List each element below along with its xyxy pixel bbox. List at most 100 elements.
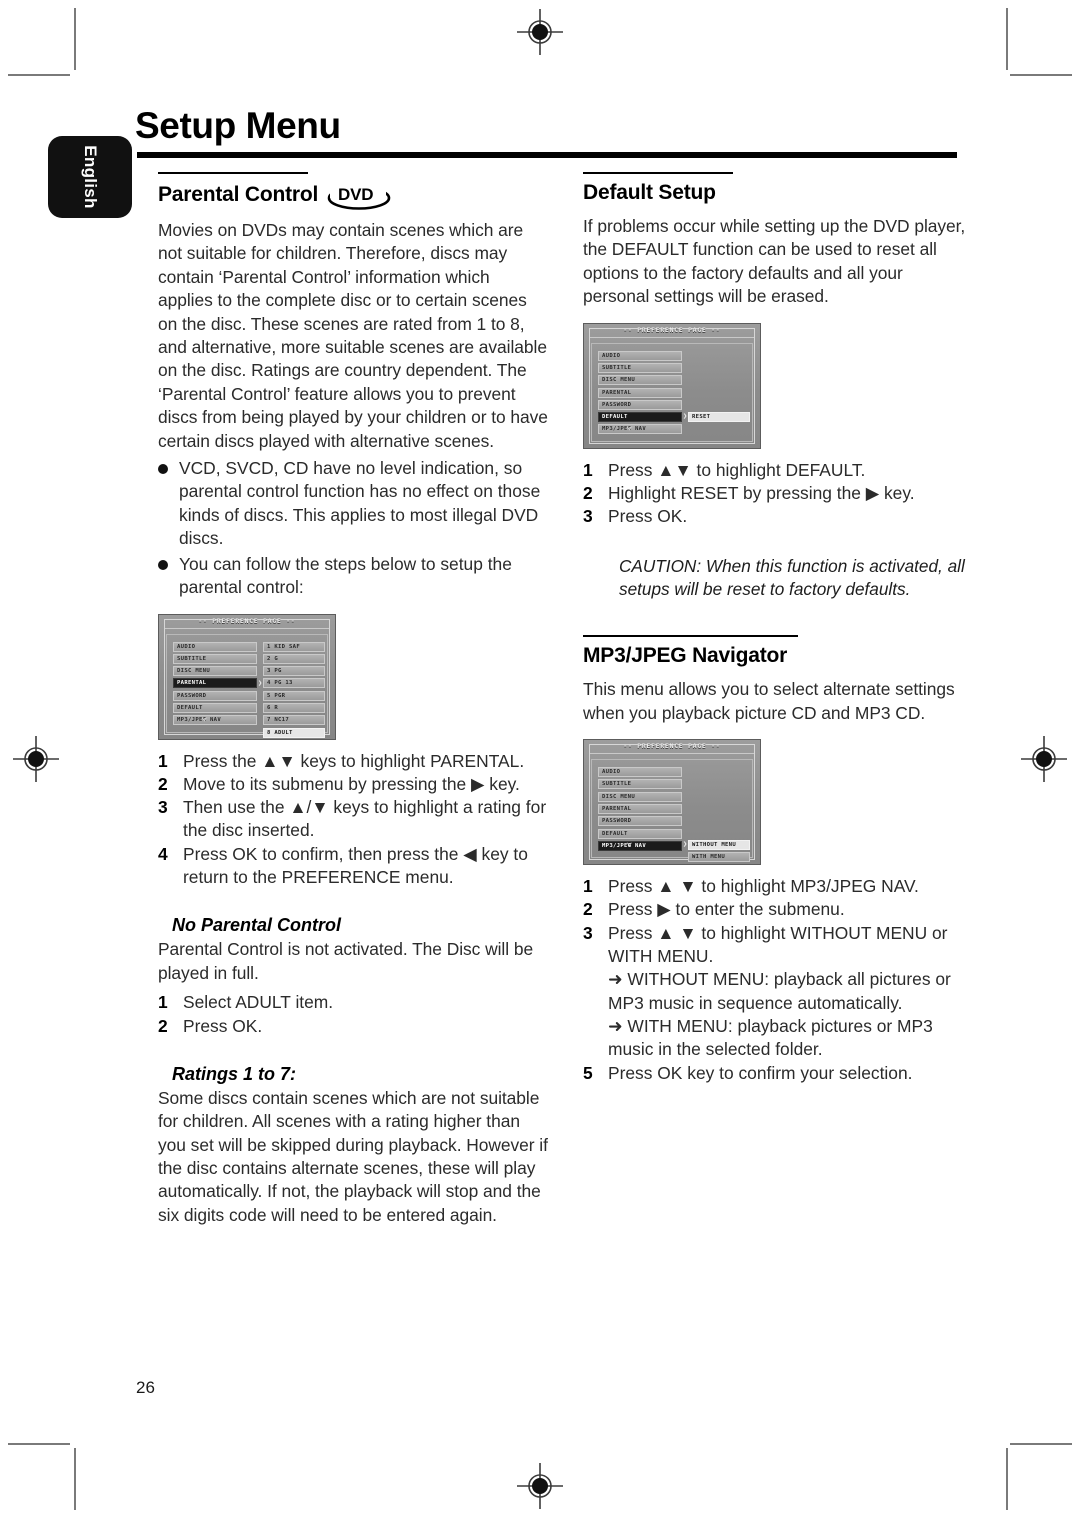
step-number: 3 [583,506,593,527]
no-parental-control-heading: No Parental Control [172,915,342,936]
bullet-dot-icon [158,560,170,600]
osd-title: -- PREFERENCE PAGE -- [198,617,296,625]
osd-body: AUDIO SUBTITLE DISC MENU PARENTAL PASSWO… [166,633,328,738]
step-number: 1 [583,459,593,480]
osd-submenu-item-reset[interactable]: RESET [688,411,750,422]
default-setup-rule [583,172,733,174]
step-text: Press OK to confirm, then press the ◀ ke… [183,843,528,888]
osd-rating-4[interactable]: 4 PG 13 [263,678,325,689]
list-item: 2 Press ▶ to enter the submenu. [583,898,973,921]
osd-menu-item-parental[interactable]: PARENTAL [598,387,682,398]
osd-menu-item-subtitle[interactable]: SUBTITLE [598,779,682,790]
osd-menu-item-mp3jpeg-nav[interactable]: MP3/JPEG NAV [598,840,682,851]
mp3-jpeg-rule [583,635,798,638]
osd-menu-item-parental[interactable]: PARENTAL [173,678,257,689]
osd-rating-8[interactable]: 8 ADULT [263,727,325,738]
step-text: Press ▲▼ to highlight DEFAULT. [608,459,866,480]
step-number: 1 [158,750,168,771]
default-setup-caution: CAUTION: When this function is activated… [619,555,965,599]
step-number: 4 [158,843,168,864]
osd-rating-1[interactable]: 1 KID SAF [263,641,325,652]
step-text: Press OK. [608,506,688,527]
crop-mark-top-left [74,8,76,70]
step-number: 2 [158,1015,168,1036]
step-text: Move to its submenu by pressing the ▶ ke… [183,773,520,794]
osd-menu-item-audio[interactable]: AUDIO [598,350,682,361]
osd-menu-item-audio[interactable]: AUDIO [173,641,257,652]
list-item: You can follow the steps below to setup … [158,553,548,600]
osd-menu-item-mp3jpeg-nav[interactable]: MP3/JPEG NAV [598,424,682,435]
osd-menu-item-mp3jpeg-nav[interactable]: MP3/JPEG NAV [173,715,257,726]
step-number: 3 [583,922,593,943]
osd-title-rule [165,627,329,629]
bullet-dot-icon [158,464,170,551]
osd-menu-item-subtitle[interactable]: SUBTITLE [598,362,682,373]
bullet-text: You can follow the steps below to setup … [179,553,512,598]
osd-submenu-navigator: WITHOUT MENU WITH MENU [688,840,750,865]
osd-submenu-item-without-menu[interactable]: WITHOUT MENU [688,840,750,851]
list-item: 1 Press the ▲▼ keys to highlight PARENTA… [158,750,548,773]
step-number: 2 [583,899,593,920]
page-title: Setup Menu [135,105,341,146]
mp3-jpeg-steps-list: 1 Press ▲ ▼ to highlight MP3/JPEG NAV. 2… [583,875,973,1085]
language-tab: English [48,136,132,218]
list-item: 1 Press ▲▼ to highlight DEFAULT. [583,459,973,482]
crop-mark-left-bottom [8,1443,70,1445]
crop-mark-bottom-right [1006,1448,1008,1510]
osd-title: -- PREFERENCE PAGE -- [623,743,721,751]
step-number: 2 [583,482,593,503]
osd-menu-item-password[interactable]: PASSWORD [598,816,682,827]
list-item: 3 Press OK. [583,505,973,528]
step-number: 5 [583,1062,593,1083]
mp3-jpeg-note-without-menu: ➜ WITHOUT MENU: playback all pictures or… [608,969,951,1013]
list-item: 2 Highlight RESET by pressing the ▶ key. [583,482,973,505]
mp3-jpeg-navigator-heading: MP3/JPEG Navigator [583,644,788,668]
osd-rating-3[interactable]: 3 PG [263,666,325,677]
mp3-jpeg-note-with-menu: ➜ WITH MENU: playback pictures or MP3 mu… [608,1016,933,1060]
parental-control-rule [158,172,308,174]
parental-control-heading: Parental Control DVD [158,181,548,210]
language-tab-label: English [81,145,100,209]
osd-menu-item-password[interactable]: PASSWORD [598,399,682,410]
osd-menu-item-disc-menu[interactable]: DISC MENU [598,375,682,386]
osd-menu-item-disc-menu[interactable]: DISC MENU [598,791,682,802]
osd-menu-item-password[interactable]: PASSWORD [173,690,257,701]
registration-mark-right [1021,736,1067,782]
ratings-heading: Ratings 1 to 7: [172,1063,297,1084]
osd-body: AUDIO SUBTITLE DISC MENU PARENTAL PASSWO… [591,342,753,442]
list-item: 2 Press OK. [158,1015,548,1038]
osd-rating-7[interactable]: 7 NC17 [263,715,325,726]
list-item: 3 Press ▲ ▼ to highlight WITHOUT MENU or… [583,922,973,969]
list-item: 1 Press ▲ ▼ to highlight MP3/JPEG NAV. [583,875,973,898]
step-number: 1 [583,876,593,897]
osd-menu-item-subtitle[interactable]: SUBTITLE [173,653,257,664]
default-setup-paragraph: If problems occur while setting up the D… [583,216,966,307]
step-text: Highlight RESET by pressing the ▶ key. [608,482,915,503]
svg-text:DVD: DVD [338,185,373,204]
osd-title-rule [590,753,754,755]
default-setup-steps-list: 1 Press ▲▼ to highlight DEFAULT. 2 Highl… [583,459,973,529]
parental-control-heading-label: Parental Control [158,183,319,206]
step-text: Then use the ▲/▼ keys to highlight a rat… [183,797,547,841]
osd-menu-item-default[interactable]: DEFAULT [598,412,682,423]
no-parental-steps-list: 1 Select ADULT item. 2 Press OK. [158,991,548,1038]
osd-rating-2[interactable]: 2 G [263,653,325,664]
osd-rating-5[interactable]: 5 PGR [263,690,325,701]
osd-menu-list: AUDIO SUBTITLE DISC MENU PARENTAL PASSWO… [173,641,257,728]
ratings-text: Some discs contain scenes which are not … [158,1087,548,1225]
osd-menu-list: AUDIO SUBTITLE DISC MENU PARENTAL PASSWO… [598,767,682,853]
crop-mark-top-right [1006,8,1008,70]
step-text: Select ADULT item. [183,992,334,1013]
osd-menu-item-audio[interactable]: AUDIO [598,767,682,778]
osd-menu-item-parental[interactable]: PARENTAL [598,804,682,815]
osd-rating-6[interactable]: 6 R [263,702,325,713]
osd-submenu-item-with-menu[interactable]: WITH MENU [688,852,750,863]
parental-bullet-list: VCD, SVCD, CD have no level indication, … [158,457,548,599]
osd-menu-item-disc-menu[interactable]: DISC MENU [173,666,257,677]
crop-mark-bottom-left [74,1448,76,1510]
osd-menu-item-default[interactable]: DEFAULT [598,828,682,839]
osd-menu-item-default[interactable]: DEFAULT [173,702,257,713]
step-number: 2 [158,773,168,794]
crop-mark-right-top [1010,74,1072,76]
page-number: 26 [136,1378,155,1397]
